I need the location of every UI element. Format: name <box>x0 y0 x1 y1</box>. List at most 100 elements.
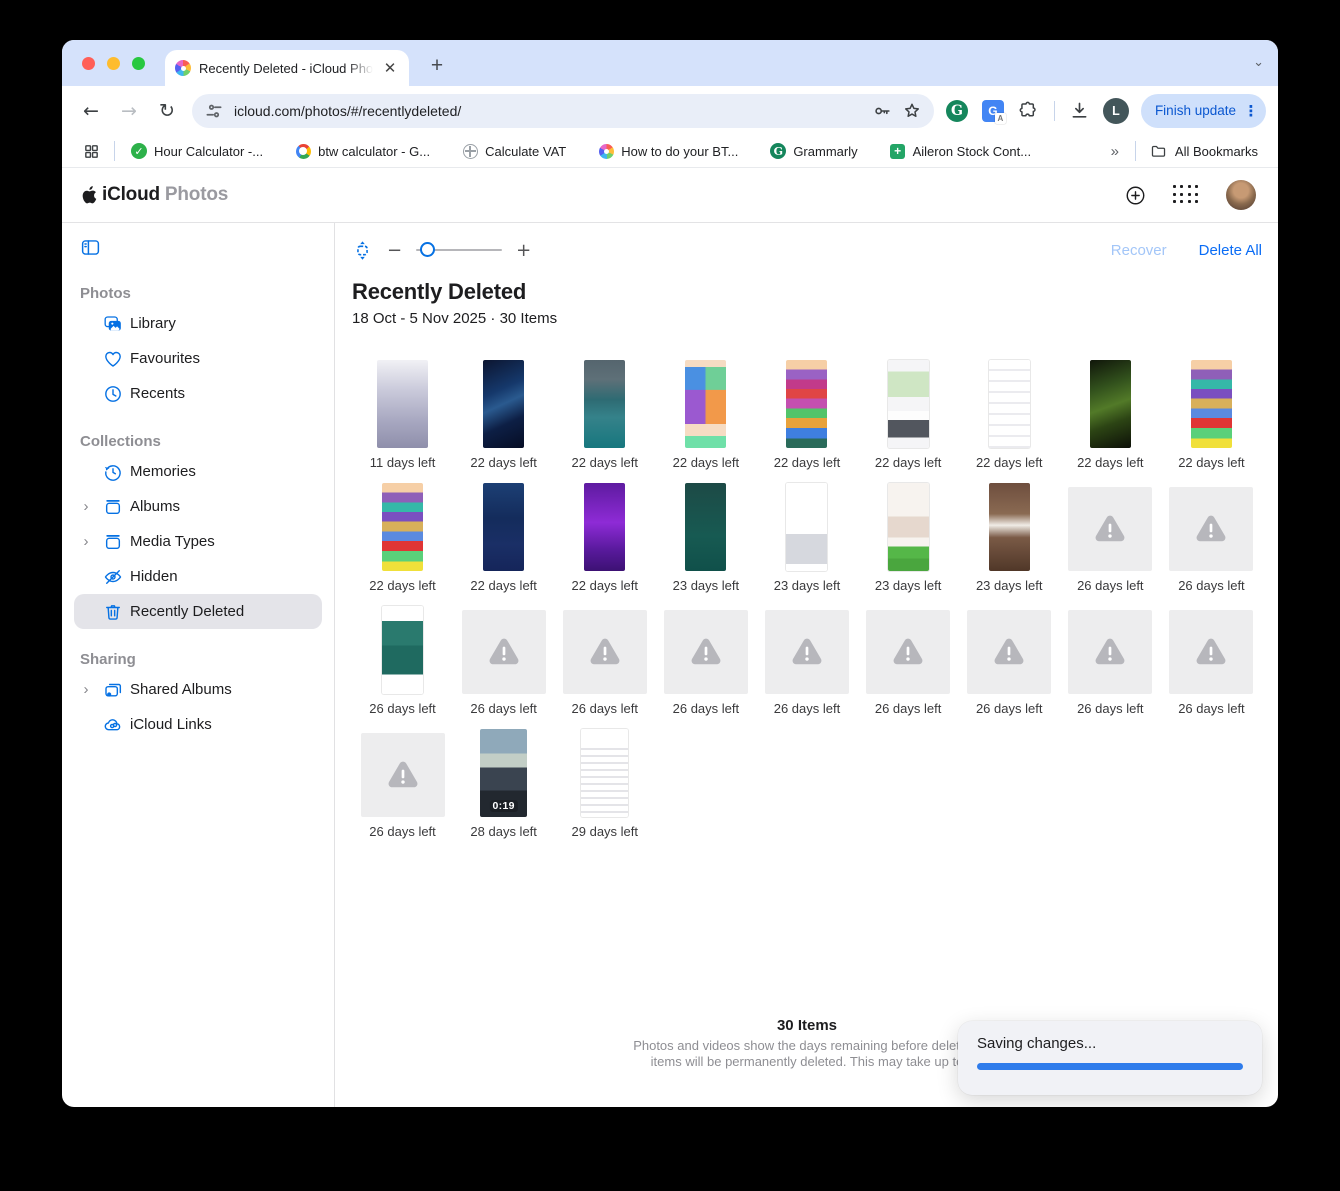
extensions-puzzle-icon[interactable] <box>1014 96 1044 126</box>
photo-item[interactable]: 22 days left <box>453 483 554 593</box>
sidebar-item-albums[interactable]: ›Albums <box>74 489 322 524</box>
thumbnail[interactable] <box>1191 360 1232 448</box>
sidebar-item-memories[interactable]: Memories <box>74 454 322 489</box>
chevron-right-icon[interactable]: › <box>74 533 98 550</box>
photo-item[interactable]: 22 days left <box>554 483 655 593</box>
address-bar[interactable]: icloud.com/photos/#/recentlydeleted/ <box>192 94 934 128</box>
bookmark-item[interactable]: Calculate VAT <box>454 139 574 163</box>
downloads-icon[interactable] <box>1065 96 1095 126</box>
missing-thumbnail[interactable] <box>765 610 849 694</box>
photo-item[interactable]: 22 days left <box>655 360 756 470</box>
thumbnail[interactable] <box>685 360 726 448</box>
sidebar-toggle-icon[interactable] <box>80 237 101 258</box>
thumbnail[interactable] <box>685 483 726 571</box>
close-window-button[interactable] <box>82 57 95 70</box>
tab-overflow-icon[interactable]: ⌄ <box>1253 54 1264 70</box>
chevron-right-icon[interactable]: › <box>74 681 98 698</box>
photo-item[interactable]: 22 days left <box>453 360 554 470</box>
translate-extension-icon[interactable]: G <box>978 96 1008 126</box>
missing-thumbnail[interactable] <box>967 610 1051 694</box>
sidebar-item-shared-albums[interactable]: ›Shared Albums <box>74 672 322 707</box>
photo-item-unavailable[interactable]: 26 days left <box>352 729 453 839</box>
zoom-in-button[interactable]: + <box>516 240 531 261</box>
sidebar-item-hidden[interactable]: Hidden <box>74 559 322 594</box>
thumbnail[interactable] <box>1090 360 1131 448</box>
photo-item-unavailable[interactable]: 26 days left <box>1161 606 1262 716</box>
thumbnail[interactable] <box>483 360 524 448</box>
photo-item[interactable]: 11 days left <box>352 360 453 470</box>
profile-avatar[interactable]: L <box>1101 96 1131 126</box>
photo-item[interactable]: 22 days left <box>756 360 857 470</box>
missing-thumbnail[interactable] <box>361 733 445 817</box>
thumbnail[interactable] <box>584 483 625 571</box>
photo-item[interactable]: 22 days left <box>352 483 453 593</box>
sidebar-item-library[interactable]: Library <box>74 306 322 341</box>
missing-thumbnail[interactable] <box>1169 487 1253 571</box>
bookmark-item[interactable]: ✓Hour Calculator -... <box>123 139 271 163</box>
chevron-right-icon[interactable]: › <box>74 498 98 515</box>
sidebar-item-icloud-links[interactable]: iCloud Links <box>74 707 322 742</box>
photo-item-unavailable[interactable]: 26 days left <box>655 606 756 716</box>
photo-item[interactable]: 23 days left <box>756 483 857 593</box>
photo-item[interactable]: 29 days left <box>554 729 655 839</box>
zoom-slider[interactable] <box>416 249 502 251</box>
new-tab-button[interactable]: + <box>422 52 452 82</box>
thumbnail[interactable] <box>786 360 827 448</box>
thumbnail[interactable] <box>888 483 929 571</box>
thumbnail[interactable] <box>888 360 929 448</box>
bookmark-item[interactable]: +Aileron Stock Cont... <box>882 139 1040 163</box>
add-photos-icon[interactable] <box>1124 184 1147 207</box>
missing-thumbnail[interactable] <box>866 610 950 694</box>
photo-item-unavailable[interactable]: 26 days left <box>1060 606 1161 716</box>
photo-item[interactable]: 22 days left <box>1060 360 1161 470</box>
thumbnail-resize-icon[interactable] <box>352 240 373 261</box>
photo-item[interactable]: 26 days left <box>352 606 453 716</box>
missing-thumbnail[interactable] <box>462 610 546 694</box>
thumbnail[interactable] <box>584 360 625 448</box>
video-item[interactable]: 0:1928 days left <box>453 729 554 839</box>
thumbnail[interactable] <box>989 360 1030 448</box>
photo-item[interactable]: 23 days left <box>655 483 756 593</box>
zoom-window-button[interactable] <box>132 57 145 70</box>
site-info-icon[interactable] <box>204 101 224 121</box>
back-button[interactable]: ← <box>74 94 108 128</box>
missing-thumbnail[interactable] <box>1169 610 1253 694</box>
missing-thumbnail[interactable] <box>1068 610 1152 694</box>
photo-item[interactable]: 22 days left <box>959 360 1060 470</box>
minimize-window-button[interactable] <box>107 57 120 70</box>
sidebar-item-media-types[interactable]: ›Media Types <box>74 524 322 559</box>
account-avatar[interactable] <box>1226 180 1256 210</box>
zoom-out-button[interactable]: − <box>387 240 402 261</box>
finish-update-button[interactable]: Finish update ⋮ <box>1141 94 1266 128</box>
photo-item-unavailable[interactable]: 26 days left <box>1161 483 1262 593</box>
grammarly-extension-icon[interactable]: G <box>942 96 972 126</box>
thumbnail[interactable] <box>382 483 423 571</box>
browser-tab[interactable]: Recently Deleted - iCloud Pho ✕ <box>165 50 409 86</box>
sidebar-item-recently-deleted[interactable]: Recently Deleted <box>74 594 322 629</box>
missing-thumbnail[interactable] <box>563 610 647 694</box>
zoom-slider-knob[interactable] <box>420 242 435 257</box>
photo-item[interactable]: 23 days left <box>858 483 959 593</box>
password-key-icon[interactable] <box>872 101 892 121</box>
all-bookmarks-button[interactable]: All Bookmarks <box>1150 143 1264 160</box>
photo-item-unavailable[interactable]: 26 days left <box>959 606 1060 716</box>
thumbnail[interactable] <box>377 360 428 448</box>
missing-thumbnail[interactable] <box>1068 487 1152 571</box>
photo-item[interactable]: 23 days left <box>959 483 1060 593</box>
tab-close-icon[interactable]: ✕ <box>381 59 399 77</box>
photo-item-unavailable[interactable]: 26 days left <box>554 606 655 716</box>
bookmark-apps-grid-icon[interactable] <box>76 136 106 166</box>
photo-item[interactable]: 22 days left <box>858 360 959 470</box>
photo-item-unavailable[interactable]: 26 days left <box>1060 483 1161 593</box>
browser-menu-icon[interactable]: ⋮ <box>1242 102 1260 120</box>
thumbnail[interactable] <box>581 729 628 817</box>
bookmark-item[interactable]: btw calculator - G... <box>287 139 438 163</box>
thumbnail[interactable] <box>483 483 524 571</box>
photo-item-unavailable[interactable]: 26 days left <box>453 606 554 716</box>
reload-button[interactable]: ↻ <box>150 94 184 128</box>
bookmarks-overflow-icon[interactable]: » <box>1101 143 1127 160</box>
apps-grid-icon[interactable] <box>1173 185 1201 205</box>
bookmark-star-icon[interactable] <box>902 101 922 121</box>
forward-button[interactable]: → <box>112 94 146 128</box>
photo-item[interactable]: 22 days left <box>1161 360 1262 470</box>
